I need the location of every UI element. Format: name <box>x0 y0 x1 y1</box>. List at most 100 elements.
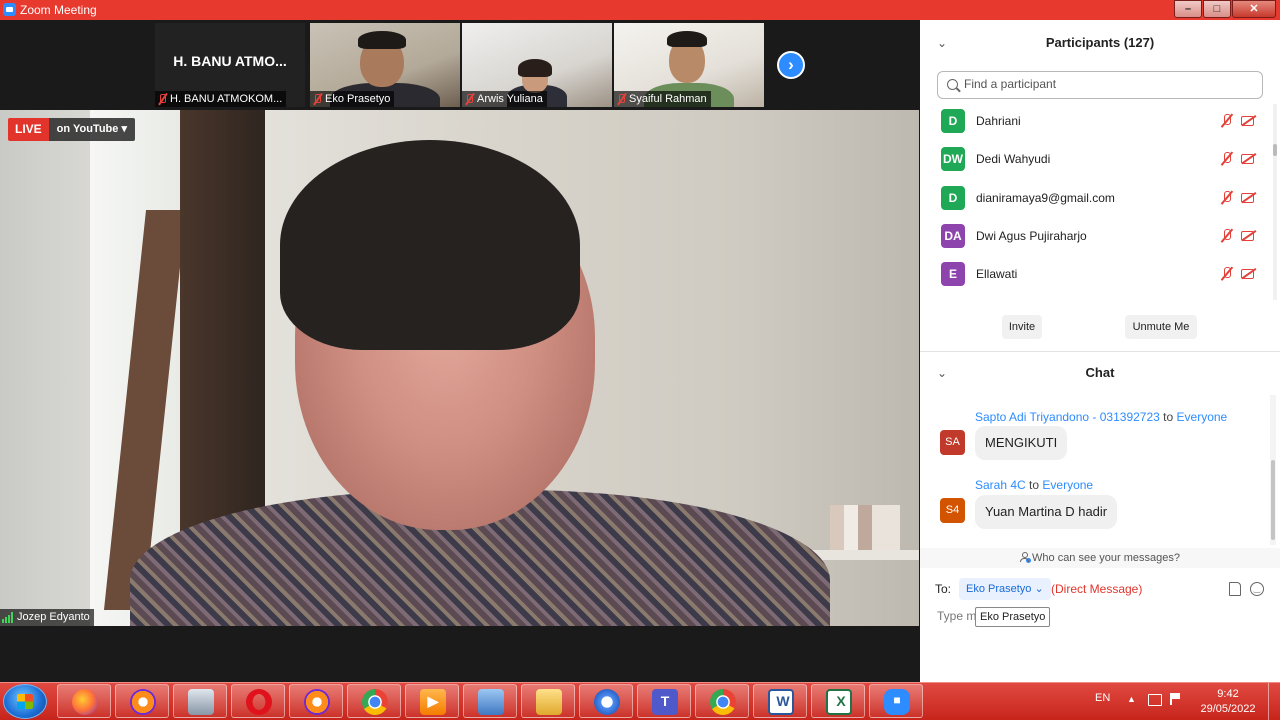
mic-muted-icon <box>616 93 626 105</box>
taskbar-network[interactable] <box>463 684 517 718</box>
taskbar-browser[interactable] <box>115 684 169 718</box>
mic-muted-icon[interactable] <box>1220 151 1234 166</box>
mic-muted-icon <box>312 93 322 105</box>
tile-name-label: Syaiful Rahman <box>614 91 711 107</box>
chat-title: Chat <box>1085 365 1115 380</box>
taskbar-chrome[interactable] <box>347 684 401 718</box>
participant-scrollbar[interactable] <box>1273 104 1277 300</box>
chat-to-label: To: <box>935 582 952 596</box>
live-platform-dropdown[interactable]: on YouTube ▾ <box>48 118 135 141</box>
taskbar-printer[interactable] <box>173 684 227 718</box>
mic-muted-icon[interactable] <box>1220 228 1234 243</box>
participant-name: Dahriani <box>976 114 1021 128</box>
taskbar-zoom[interactable]: ■ <box>869 684 923 718</box>
chat-recipient: Everyone <box>1176 410 1228 424</box>
tile-name-text: H. BANU ATMOKOM... <box>170 93 283 105</box>
participant-video <box>358 31 406 49</box>
participant-row[interactable]: E Ellawati <box>920 255 1265 293</box>
chat-recipient: Everyone <box>1042 478 1094 492</box>
mic-muted-icon[interactable] <box>1220 266 1234 281</box>
video-off-icon[interactable] <box>1241 153 1257 164</box>
taskbar-excel[interactable]: X <box>811 684 865 718</box>
participant-video <box>667 31 707 47</box>
video-tile[interactable]: Eko Prasetyo <box>310 23 460 107</box>
participants-title: Participants (127) <box>1045 35 1155 50</box>
next-page-button[interactable]: › <box>777 51 805 79</box>
video-footer <box>0 626 919 682</box>
file-icon[interactable] <box>1229 582 1241 596</box>
panel-divider <box>920 351 1280 352</box>
show-desktop-button[interactable] <box>1268 683 1280 720</box>
participant-search-input[interactable] <box>962 76 1256 92</box>
window-title: Zoom Meeting <box>20 3 97 17</box>
close-button[interactable]: ✕ <box>1232 0 1276 18</box>
chat-message-header: Sarah 4C to Everyone <box>975 478 1093 492</box>
flag-tray-icon[interactable] <box>1170 693 1182 705</box>
opera-icon <box>246 689 272 715</box>
video-tile[interactable]: H. BANU ATMO... H. BANU ATMOKOM... <box>155 23 305 107</box>
chat-to-word: to <box>1163 410 1174 424</box>
minimize-button[interactable]: – <box>1174 0 1202 18</box>
system-clock[interactable]: 9:42 29/05/2022 <box>1196 687 1260 717</box>
participant-row[interactable]: D dianiramaya9@gmail.com <box>920 179 1265 217</box>
live-stream-badge[interactable]: LIVE on YouTube ▾ <box>8 118 135 141</box>
unmute-me-button[interactable]: Unmute Me <box>1125 315 1197 339</box>
mic-muted-icon <box>464 93 474 105</box>
firefox-icon <box>72 689 98 715</box>
clock-time: 9:42 <box>1217 688 1239 700</box>
participant-name: Dedi Wahyudi <box>976 152 1051 166</box>
taskbar-firefox[interactable] <box>57 684 111 718</box>
connection-signal-icon <box>2 612 13 623</box>
taskbar-file-explorer[interactable] <box>521 684 575 718</box>
taskbar-media-player[interactable]: ▶ <box>405 684 459 718</box>
participant-name: Dwi Agus Pujiraharjo <box>976 229 1087 243</box>
mic-muted-icon[interactable] <box>1220 190 1234 205</box>
tile-display-name: H. BANU ATMO... <box>173 53 287 69</box>
active-speaker-video[interactable] <box>0 110 919 626</box>
title-bar: Zoom Meeting – □ ✕ <box>0 0 1280 20</box>
network-tray-icon[interactable] <box>1148 694 1162 706</box>
show-hidden-icons[interactable]: ▲ <box>1127 694 1136 704</box>
video-tile[interactable]: Syaiful Rahman <box>614 23 764 107</box>
participant-row[interactable]: DW Dedi Wahyudi <box>920 140 1265 178</box>
taskbar-opera[interactable] <box>231 684 285 718</box>
chat-recipient-select[interactable]: Eko Prasetyo ⌄ <box>959 578 1051 600</box>
who-can-see-text: Who can see your messages? <box>1032 552 1180 564</box>
speaker-hair <box>280 140 580 350</box>
windows-taskbar: ▶ T W X ■ EN ▲ 9:42 29/05/2022 <box>0 682 1280 720</box>
mic-muted-icon[interactable] <box>1220 113 1234 128</box>
folder-icon <box>536 689 562 715</box>
video-off-icon[interactable] <box>1241 115 1257 126</box>
chat-sender[interactable]: Sarah 4C <box>975 478 1026 492</box>
chrome-icon <box>362 689 388 715</box>
taskbar-word[interactable]: W <box>753 684 807 718</box>
scrollbar-thumb[interactable] <box>1271 460 1275 540</box>
participant-row[interactable]: DA Dwi Agus Pujiraharjo <box>920 217 1265 255</box>
participant-row[interactable]: D Dahriani <box>920 102 1265 140</box>
emoji-icon[interactable]: ‿ <box>1250 582 1264 596</box>
video-off-icon[interactable] <box>1241 268 1257 279</box>
scrollbar-thumb[interactable] <box>1273 144 1277 156</box>
participant-search[interactable] <box>937 71 1263 99</box>
maximize-button[interactable]: □ <box>1203 0 1231 18</box>
tile-name-text: Arwis Yuliana <box>477 93 543 105</box>
video-off-icon[interactable] <box>1241 230 1257 241</box>
taskbar-teams[interactable]: T <box>637 684 691 718</box>
taskbar-chrome[interactable] <box>695 684 749 718</box>
video-off-icon[interactable] <box>1241 192 1257 203</box>
speaker-name-text: Jozep Edyanto <box>17 611 90 623</box>
start-button[interactable] <box>3 684 47 719</box>
chat-message-bubble: Yuan Martina D hadir <box>975 495 1118 529</box>
chat-message-bubble: MENGIKUTI <box>975 426 1068 460</box>
chrome-icon <box>594 689 620 715</box>
video-tile[interactable]: Arwis Yuliana <box>462 23 612 107</box>
taskbar-chrome[interactable] <box>579 684 633 718</box>
browser-icon <box>304 689 330 715</box>
search-icon <box>947 79 958 90</box>
who-can-see-link[interactable]: Who can see your messages? <box>920 548 1280 568</box>
chat-scrollbar[interactable] <box>1270 395 1276 545</box>
chat-sender[interactable]: Sapto Adi Triyandono - 031392723 <box>975 410 1160 424</box>
language-indicator[interactable]: EN <box>1095 692 1110 704</box>
invite-button[interactable]: Invite <box>1002 315 1042 339</box>
taskbar-browser[interactable] <box>289 684 343 718</box>
